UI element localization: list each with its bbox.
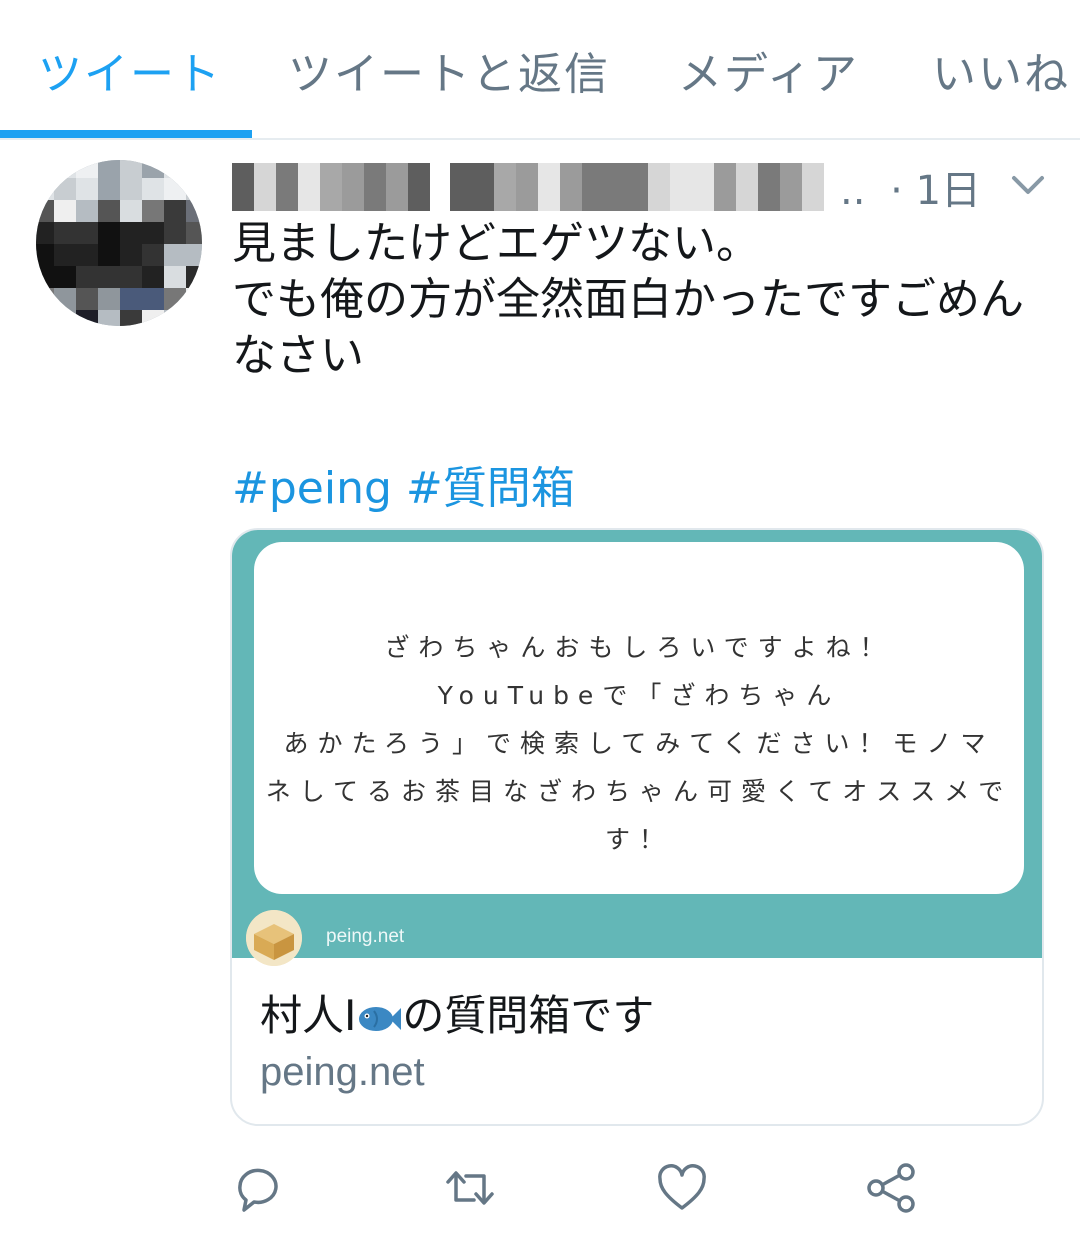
card-image: ざわちゃんおもしろいですよね！ YouTubeで「ざわちゃん あかたろう」で検索… bbox=[232, 530, 1042, 966]
user-handle-blurred[interactable] bbox=[450, 163, 824, 211]
fish-icon bbox=[359, 1006, 402, 1031]
tweet-text-line: でも俺の方が全然面白かったですごめん bbox=[232, 274, 1024, 325]
peing-box-logo-icon bbox=[246, 910, 302, 966]
tweet-meta: .. · 1日 bbox=[840, 158, 981, 216]
question-line: YouTubeで「ざわちゃん bbox=[437, 681, 841, 710]
retweet-icon[interactable] bbox=[442, 1160, 498, 1216]
card-title-end: の質問箱です bbox=[402, 991, 655, 1040]
link-card[interactable]: ざわちゃんおもしろいですよね！ YouTubeで「ざわちゃん あかたろう」で検索… bbox=[230, 528, 1044, 1126]
reply-icon[interactable] bbox=[230, 1160, 286, 1216]
question-line: ネしてるお茶目なざわちゃん可愛くてオススメで bbox=[265, 777, 1013, 806]
active-tab-indicator bbox=[0, 130, 252, 138]
question-bubble: ざわちゃんおもしろいですよね！ YouTubeで「ざわちゃん あかたろう」で検索… bbox=[254, 542, 1024, 894]
chevron-down-icon[interactable] bbox=[1008, 170, 1048, 200]
tweet-time: · 1日 bbox=[890, 168, 982, 214]
question-line: ざわちゃんおもしろいですよね！ bbox=[384, 633, 894, 662]
tab-likes[interactable]: いいね bbox=[932, 38, 1070, 102]
tab-media[interactable]: メディア bbox=[678, 38, 859, 102]
card-image-domain: peing.net bbox=[326, 926, 405, 947]
card-url: peing.net bbox=[260, 1050, 425, 1094]
card-title-start: 村人I bbox=[260, 991, 357, 1040]
tweet-text-line: 見ましたけどエゲツない。 bbox=[232, 218, 760, 269]
like-icon[interactable] bbox=[654, 1160, 710, 1216]
name-truncation: .. bbox=[840, 168, 866, 214]
tab-tweets-and-replies[interactable]: ツイートと返信 bbox=[288, 38, 610, 102]
tweet-text-line: なさい bbox=[232, 330, 364, 381]
profile-tabs: ツイート ツイートと返信 メディア いいね bbox=[0, 0, 1080, 140]
tweet-text: 見ましたけどエゲツない。 でも俺の方が全然面白かったですごめん なさい bbox=[232, 216, 1052, 384]
share-icon[interactable] bbox=[864, 1160, 920, 1216]
question-line: す！ bbox=[604, 825, 673, 854]
question-text: ざわちゃんおもしろいですよね！ YouTubeで「ざわちゃん あかたろう」で検索… bbox=[254, 624, 1024, 864]
question-line: あかたろう」で検索してみてください！モノマ bbox=[283, 729, 995, 758]
hashtags-link[interactable]: #peing #質問箱 bbox=[232, 452, 575, 516]
tab-tweets[interactable]: ツイート bbox=[38, 38, 222, 102]
user-name-blurred[interactable] bbox=[232, 163, 430, 211]
avatar[interactable] bbox=[36, 160, 202, 326]
card-title: 村人I の質問箱です bbox=[260, 982, 654, 1043]
